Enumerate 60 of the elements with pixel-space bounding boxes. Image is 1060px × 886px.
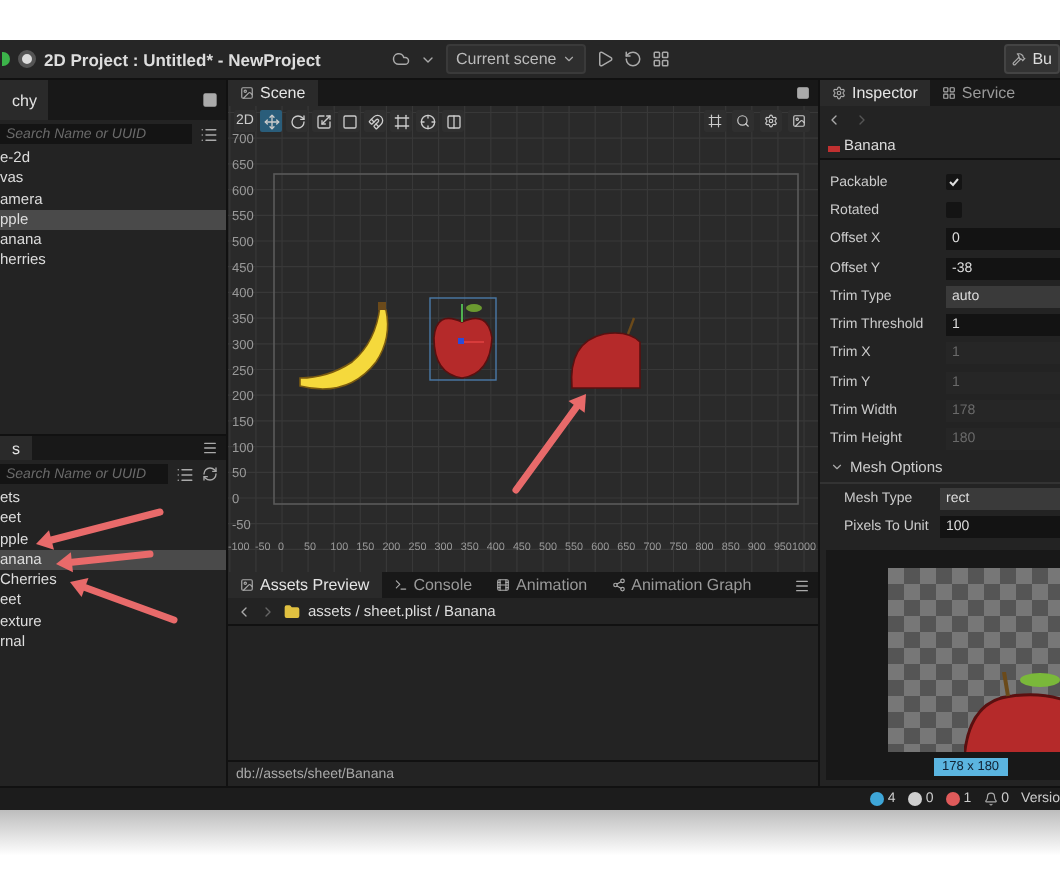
refresh-icon[interactable] [624,50,643,68]
panel-tab[interactable]: Animation Graph [599,572,764,598]
panel-tab[interactable]: Animation [484,572,600,598]
frame-icon[interactable] [704,110,726,132]
info-icon[interactable] [869,792,884,806]
annotation-arrow [70,578,178,624]
scene-tab[interactable]: Scene [228,80,318,106]
panel-tab[interactable]: Console [381,572,485,598]
list-icon[interactable] [200,125,218,143]
cloud-icon[interactable] [392,50,410,68]
error-icon[interactable] [945,792,960,806]
play-icon[interactable] [596,50,615,68]
scale-tool-icon[interactable] [312,110,334,132]
app-logo-icon [18,50,36,68]
graph-tab-icon[interactable] [611,578,626,592]
list-icon[interactable] [176,465,194,483]
square-icon[interactable] [202,92,218,108]
frame-tool-icon[interactable] [390,110,412,132]
panel-tab[interactable]: Assets Preview [228,572,382,598]
back-icon[interactable] [236,603,252,619]
build-button[interactable]: Bu [1004,44,1060,74]
panel-tab[interactable]: Service [929,80,1028,106]
magnet-tool-icon[interactable] [364,110,386,132]
grid-icon[interactable] [652,50,671,68]
animation-tab-icon[interactable] [496,578,511,592]
banana-drawing [299,302,389,390]
menu-icon[interactable] [794,577,810,593]
checkbox[interactable] [946,174,962,191]
warning-icon[interactable] [907,792,922,806]
console-tab-icon[interactable] [393,578,408,592]
pivot-tool-icon[interactable] [416,110,438,132]
annotation-arrow [512,394,586,494]
scene-dropdown[interactable]: Current scene [446,44,587,74]
panel-tab[interactable]: chy [0,80,49,120]
apple-drawing [964,671,1060,752]
rect-tool-icon[interactable] [338,110,360,132]
menu-icon[interactable] [202,440,218,456]
bell-icon[interactable] [983,792,998,806]
align-tool-icon[interactable] [442,110,464,132]
move-tool-icon[interactable] [260,110,282,132]
hammer-icon[interactable] [1012,52,1027,66]
settings-icon[interactable] [760,110,782,132]
apple-half-drawing [570,317,641,389]
square-icon[interactable] [796,86,810,100]
grid-icon[interactable] [941,86,956,100]
window-title: 2D Project : Untitled* - NewProject [44,49,321,69]
back-icon[interactable] [826,111,842,127]
apple-drawing[interactable] [429,297,497,381]
panel-tab[interactable]: Inspector [820,80,930,106]
image-icon[interactable] [788,110,810,132]
refresh-icon[interactable] [202,466,218,482]
chevron-icon[interactable] [830,460,844,475]
preview-tab-icon[interactable] [240,578,254,592]
folder-icon [284,603,300,619]
gear-icon[interactable] [832,86,846,100]
rotate-tool-icon[interactable] [286,110,308,132]
forward-icon[interactable] [260,603,276,619]
panel-tab[interactable]: s [0,436,32,460]
chevron-icon[interactable] [562,52,577,66]
image-icon[interactable] [240,86,254,100]
